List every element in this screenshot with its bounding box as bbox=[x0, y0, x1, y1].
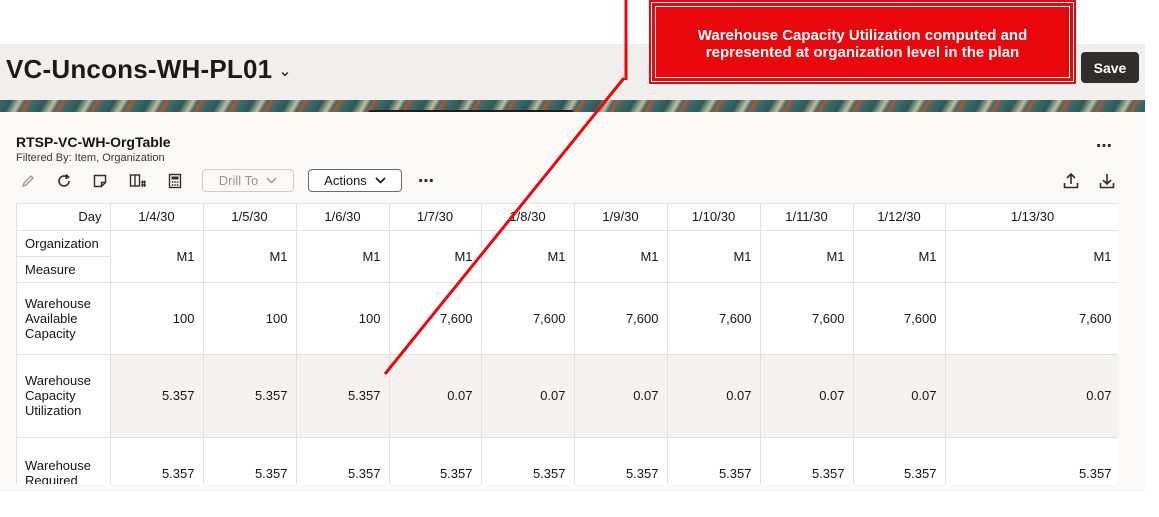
value-cell[interactable]: 7,600 bbox=[574, 282, 668, 355]
toolbar-more-icon[interactable]: ⋯ bbox=[418, 171, 435, 191]
calculator-icon[interactable] bbox=[165, 171, 185, 191]
value-cell[interactable]: 5.357 bbox=[853, 437, 946, 484]
value-cell[interactable]: 5.357 bbox=[389, 437, 482, 484]
row-label-line: Available bbox=[25, 310, 78, 326]
date-header[interactable]: 1/6/30 bbox=[296, 204, 390, 231]
value-cell[interactable]: 0.07 bbox=[853, 354, 946, 438]
organization-cell[interactable]: M1 bbox=[203, 230, 297, 283]
date-header[interactable]: 1/9/30 bbox=[574, 204, 668, 231]
value-cell[interactable]: 7,600 bbox=[945, 282, 1118, 355]
chevron-down-icon bbox=[375, 177, 386, 184]
upload-icon[interactable] bbox=[1061, 171, 1081, 191]
organization-cell[interactable]: M1 bbox=[853, 230, 946, 283]
organization-header-row: Organization M1 M1 M1 M1 M1 M1 M1 M1 M1 … bbox=[17, 230, 1118, 283]
date-header[interactable]: 1/5/30 bbox=[203, 204, 297, 231]
value-cell[interactable]: 0.07 bbox=[481, 354, 575, 438]
row-label: Warehouse Available Capacity bbox=[17, 282, 111, 355]
date-header[interactable]: 1/4/30 bbox=[110, 204, 204, 231]
value-cell[interactable]: 5.357 bbox=[110, 354, 204, 438]
organization-cell[interactable]: M1 bbox=[110, 230, 204, 283]
row-label-line: Warehouse bbox=[25, 457, 91, 473]
note-icon[interactable] bbox=[90, 171, 110, 191]
row-label-line: Utilization bbox=[25, 403, 82, 418]
actions-button[interactable]: Actions bbox=[308, 169, 402, 192]
row-label-line: Capacity bbox=[25, 388, 76, 403]
filter-summary: Filtered By: Item, Organization bbox=[16, 152, 165, 164]
organization-label: Organization bbox=[17, 230, 111, 257]
table-row: Warehouse Available Capacity 100 100 100… bbox=[17, 282, 1118, 355]
plan-title-selector[interactable]: VC-Uncons-WH-PL01 ⌄ bbox=[6, 54, 292, 84]
row-label-line: Required bbox=[25, 472, 78, 485]
value-cell[interactable]: 7,600 bbox=[853, 282, 946, 355]
organization-cell[interactable]: M1 bbox=[296, 230, 390, 283]
organization-cell[interactable]: M1 bbox=[389, 230, 482, 283]
refresh-icon[interactable] bbox=[54, 171, 74, 191]
organization-cell[interactable]: M1 bbox=[945, 230, 1118, 283]
pivot-table: Day 1/4/30 1/5/30 1/6/30 1/7/30 1/8/30 1… bbox=[16, 203, 1118, 484]
row-label-line: Warehouse bbox=[25, 295, 91, 311]
value-cell[interactable]: 5.357 bbox=[574, 437, 668, 484]
date-header[interactable]: 1/8/30 bbox=[481, 204, 575, 231]
table-row: Warehouse Required 5.357 5.357 5.357 5.3… bbox=[17, 437, 1118, 484]
date-header[interactable]: 1/10/30 bbox=[667, 204, 761, 231]
value-cell[interactable]: 0.07 bbox=[667, 354, 761, 438]
value-cell[interactable]: 5.357 bbox=[296, 354, 390, 438]
value-cell[interactable]: 5.357 bbox=[481, 437, 575, 484]
value-cell[interactable]: 7,600 bbox=[389, 282, 482, 355]
row-label: Warehouse Capacity Utilization bbox=[17, 354, 111, 438]
panel-more-icon[interactable]: ⋯ bbox=[1096, 136, 1113, 156]
value-cell[interactable]: 5.357 bbox=[945, 437, 1118, 484]
table-row: Warehouse Capacity Utilization 5.357 5.3… bbox=[17, 354, 1118, 438]
table-title: RTSP-VC-WH-OrgTable bbox=[16, 134, 171, 150]
chevron-down-icon: ⌄ bbox=[278, 63, 292, 80]
value-cell[interactable]: 0.07 bbox=[574, 354, 668, 438]
grid-pin-icon[interactable] bbox=[128, 171, 148, 191]
value-cell[interactable]: 7,600 bbox=[481, 282, 575, 355]
day-label: Day bbox=[17, 204, 111, 231]
day-header-row: Day 1/4/30 1/5/30 1/6/30 1/7/30 1/8/30 1… bbox=[17, 204, 1118, 231]
actions-label: Actions bbox=[324, 173, 367, 188]
chevron-down-icon bbox=[266, 177, 277, 184]
date-header[interactable]: 1/11/30 bbox=[760, 204, 854, 231]
value-cell[interactable]: 7,600 bbox=[760, 282, 854, 355]
callout-inner-border bbox=[655, 6, 1070, 78]
value-cell[interactable]: 5.357 bbox=[110, 437, 204, 484]
value-cell[interactable]: 100 bbox=[203, 282, 297, 355]
value-cell[interactable]: 0.07 bbox=[389, 354, 482, 438]
date-header[interactable]: 1/12/30 bbox=[853, 204, 946, 231]
measure-label: Measure bbox=[17, 256, 111, 283]
value-cell[interactable]: 100 bbox=[296, 282, 390, 355]
drill-to-label: Drill To bbox=[218, 173, 259, 188]
date-header[interactable]: 1/13/30 bbox=[945, 204, 1118, 231]
row-label-line: Capacity bbox=[25, 325, 76, 341]
date-header[interactable]: 1/7/30 bbox=[389, 204, 482, 231]
organization-cell[interactable]: M1 bbox=[760, 230, 854, 283]
pencil-icon[interactable] bbox=[18, 171, 38, 191]
organization-cell[interactable]: M1 bbox=[481, 230, 575, 283]
organization-cell[interactable]: M1 bbox=[574, 230, 668, 283]
organization-cell[interactable]: M1 bbox=[667, 230, 761, 283]
value-cell[interactable]: 7,600 bbox=[667, 282, 761, 355]
row-label: Warehouse Required bbox=[17, 437, 111, 485]
value-cell[interactable]: 5.357 bbox=[203, 437, 297, 484]
pivot-grid: Day 1/4/30 1/5/30 1/6/30 1/7/30 1/8/30 1… bbox=[17, 204, 1118, 484]
value-cell[interactable]: 0.07 bbox=[945, 354, 1118, 438]
value-cell[interactable]: 5.357 bbox=[296, 437, 390, 484]
save-button[interactable]: Save bbox=[1081, 52, 1139, 83]
value-cell[interactable]: 5.357 bbox=[760, 437, 854, 484]
plan-title: VC-Uncons-WH-PL01 bbox=[6, 53, 273, 84]
value-cell[interactable]: 5.357 bbox=[203, 354, 297, 438]
download-icon[interactable] bbox=[1097, 171, 1117, 191]
value-cell[interactable]: 5.357 bbox=[667, 437, 761, 484]
value-cell[interactable]: 0.07 bbox=[760, 354, 854, 438]
row-label-line: Warehouse bbox=[25, 373, 91, 388]
drill-to-button[interactable]: Drill To bbox=[202, 169, 294, 192]
value-cell[interactable]: 100 bbox=[110, 282, 204, 355]
